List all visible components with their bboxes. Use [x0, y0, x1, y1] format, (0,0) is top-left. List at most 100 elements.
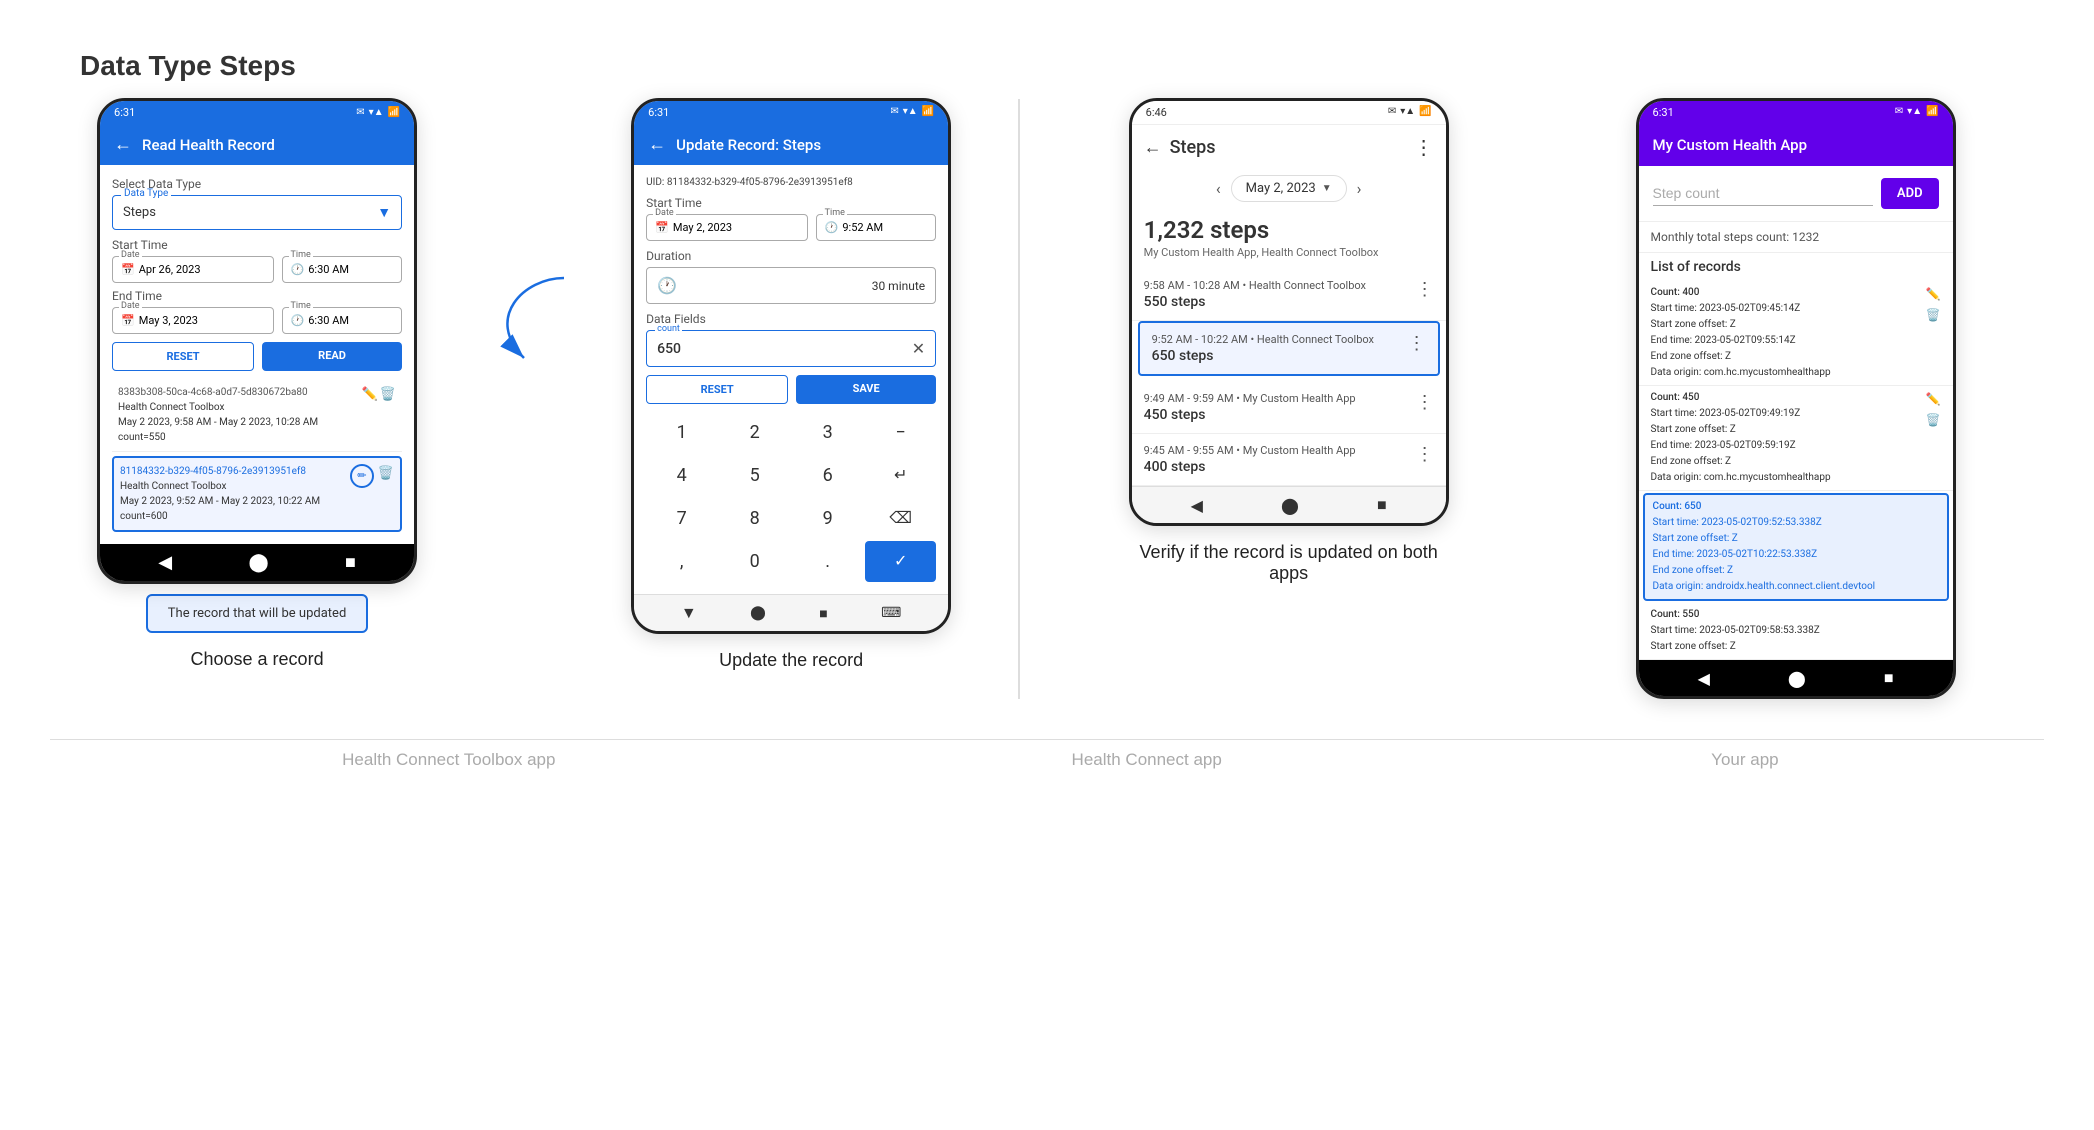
key-minus[interactable]: −	[865, 412, 936, 453]
key-check[interactable]: ✓	[865, 541, 936, 582]
step-input-row: Step count ADD	[1639, 166, 1953, 222]
record2-actions: ✏ 🗑️	[350, 464, 394, 524]
key-4[interactable]: 4	[646, 455, 717, 496]
p3-recents-nav[interactable]: ■	[1377, 495, 1387, 515]
app-rec1-details: Count: 400 Start time: 2023-05-02T09:45:…	[1651, 285, 1831, 381]
end-date-field[interactable]: Date 📅 May 3, 2023	[112, 307, 274, 334]
phone3-back-icon[interactable]: ←	[1144, 137, 1162, 158]
app-rec2-end-zone: End zone offset: Z	[1651, 454, 1831, 470]
record3-3-more[interactable]: ⋮	[1416, 392, 1434, 413]
step-count-input[interactable]: Step count	[1653, 181, 1873, 206]
app-record-4[interactable]: Count: 550 Start time: 2023-05-02T09:58:…	[1639, 603, 1953, 660]
record3-1-more[interactable]: ⋮	[1416, 279, 1434, 300]
p2-back-nav[interactable]: ▼	[681, 603, 697, 623]
edit-icon-1[interactable]: ✏️	[362, 385, 378, 445]
add-button[interactable]: ADD	[1881, 178, 1939, 209]
record3-4-more[interactable]: ⋮	[1416, 444, 1434, 465]
record3-1-info: 9:58 AM - 10:28 AM • Health Connect Tool…	[1144, 279, 1366, 310]
callout-box: The record that will be updated	[146, 594, 368, 633]
p4-recents-nav[interactable]: ■	[1884, 668, 1894, 688]
step-record-4[interactable]: 9:45 AM - 9:55 AM • My Custom Health App…	[1132, 434, 1446, 486]
app-rec1-start-zone: Start zone offset: Z	[1651, 317, 1831, 333]
key-8[interactable]: 8	[719, 498, 790, 539]
key-3[interactable]: 3	[792, 412, 863, 453]
p2-recents-nav[interactable]: ■	[819, 605, 827, 622]
key-dot[interactable]: .	[792, 541, 863, 582]
step-count-placeholder: Step count	[1653, 185, 1720, 201]
step-record-1[interactable]: 9:58 AM - 10:28 AM • Health Connect Tool…	[1132, 269, 1446, 321]
data-type-dropdown[interactable]: Data Type Steps ▼	[112, 195, 402, 230]
app-record-1[interactable]: Count: 400 Start time: 2023-05-02T09:45:…	[1639, 281, 1953, 386]
key-7[interactable]: 7	[646, 498, 717, 539]
app-rec1-delete[interactable]: 🗑️	[1926, 306, 1941, 325]
key-6[interactable]: 6	[792, 455, 863, 496]
key-5[interactable]: 5	[719, 455, 790, 496]
end-date-label: Date	[119, 301, 142, 311]
phone2-back-icon[interactable]: ←	[648, 134, 666, 155]
delete-icon-2[interactable]: 🗑️	[378, 464, 394, 484]
phone2-start-date[interactable]: Date 📅 May 2, 2023	[646, 214, 808, 241]
app-rec3-start: Start time: 2023-05-02T09:52:53.338Z	[1653, 515, 1876, 531]
app-rec2-delete[interactable]: 🗑️	[1926, 411, 1941, 430]
phone2-save-button[interactable]: SAVE	[796, 375, 936, 404]
phone2-start-time[interactable]: Time 🕐 9:52 AM	[816, 214, 937, 241]
p3-home-nav[interactable]: ⬤	[1281, 496, 1299, 515]
record3-1-time: 9:58 AM - 10:28 AM • Health Connect Tool…	[1144, 279, 1366, 292]
connector-arrow-svg	[474, 258, 574, 378]
list-header: List of records	[1639, 253, 1953, 281]
end-time-label-small: Time	[289, 301, 313, 311]
app-rec2-edit[interactable]: ✏️	[1926, 390, 1941, 409]
phone1-header: ← Read Health Record	[100, 124, 414, 165]
next-date-icon[interactable]: ›	[1357, 179, 1362, 198]
phone3-more-icon[interactable]: ⋮	[1414, 135, 1434, 159]
edit-circle-btn[interactable]: ✏	[350, 464, 374, 488]
app-rec1-actions: ✏️ 🗑️	[1926, 285, 1941, 325]
app-rec2-origin: Data origin: com.hc.mycustomhealthapp	[1651, 470, 1831, 486]
step-record-2-highlighted[interactable]: 9:52 AM - 10:22 AM • Health Connect Tool…	[1138, 321, 1440, 376]
key-1[interactable]: 1	[646, 412, 717, 453]
back-nav-icon[interactable]: ◀	[158, 552, 172, 573]
date-selector[interactable]: May 2, 2023 ▼	[1231, 175, 1347, 202]
app-rec1-edit[interactable]: ✏️	[1926, 285, 1941, 304]
key-2[interactable]: 2	[719, 412, 790, 453]
app-record-2[interactable]: Count: 450 Start time: 2023-05-02T09:49:…	[1639, 386, 1953, 491]
app-record-3-highlighted[interactable]: Count: 650 Start time: 2023-05-02T09:52:…	[1643, 493, 1949, 601]
step-record-3[interactable]: 9:49 AM - 9:59 AM • My Custom Health App…	[1132, 382, 1446, 434]
home-nav-icon[interactable]: ⬤	[248, 552, 268, 573]
end-time-field[interactable]: Time 🕐 6:30 AM	[282, 307, 403, 334]
p2-keyboard-nav[interactable]: ⌨	[881, 605, 901, 621]
clear-icon[interactable]: ✕	[912, 339, 925, 358]
data-type-value: Steps	[123, 205, 156, 220]
calendar-icon: 📅	[121, 263, 135, 276]
record-item-1[interactable]: 8383b308-50ca-4c68-a0d7-5d830672ba80 Hea…	[112, 379, 402, 452]
key-9[interactable]: 9	[792, 498, 863, 539]
prev-date-icon[interactable]: ‹	[1216, 179, 1221, 198]
p2-home-nav[interactable]: ⬤	[750, 605, 766, 621]
record-item-2-selected[interactable]: 81184332-b329-4f05-8796-2e3913951ef8 Hea…	[112, 456, 402, 532]
read-button[interactable]: READ	[262, 342, 402, 371]
record3-2-more[interactable]: ⋮	[1408, 333, 1426, 354]
reset-button[interactable]: RESET	[112, 342, 254, 371]
phone1-status-icons: ✉▾▲📶	[356, 107, 400, 118]
p4-back-nav[interactable]: ◀	[1698, 669, 1710, 688]
duration-field[interactable]: 🕐 30 minute	[646, 267, 936, 304]
key-comma[interactable]: ,	[646, 541, 717, 582]
key-0[interactable]: 0	[719, 541, 790, 582]
bottom-right-label: Your app	[1711, 750, 1778, 770]
count-field[interactable]: count 650 ✕	[646, 330, 936, 367]
delete-icon-1[interactable]: 🗑️	[380, 385, 396, 445]
record1-uid: 8383b308-50ca-4c68-a0d7-5d830672ba80	[118, 385, 318, 400]
key-enter[interactable]: ↵	[865, 455, 936, 496]
bottom-mid-label: Health Connect app	[1072, 750, 1222, 770]
phone1-back-icon[interactable]: ←	[114, 134, 132, 155]
record2-source: Health Connect Toolbox	[120, 479, 320, 494]
phone1-status-bar: 6:31 ✉▾▲📶	[100, 101, 414, 124]
phone2-reset-button[interactable]: RESET	[646, 375, 788, 404]
p3-back-nav[interactable]: ◀	[1191, 496, 1203, 515]
key-backspace[interactable]: ⌫	[865, 498, 936, 539]
p4-home-nav[interactable]: ⬤	[1788, 669, 1806, 688]
recents-nav-icon[interactable]: ■	[345, 552, 356, 573]
start-time-field[interactable]: Time 🕐 6:30 AM	[282, 256, 403, 283]
start-date-field[interactable]: Date 📅 Apr 26, 2023	[112, 256, 274, 283]
phone2-navbar: ▼ ⬤ ■ ⌨	[634, 594, 948, 631]
